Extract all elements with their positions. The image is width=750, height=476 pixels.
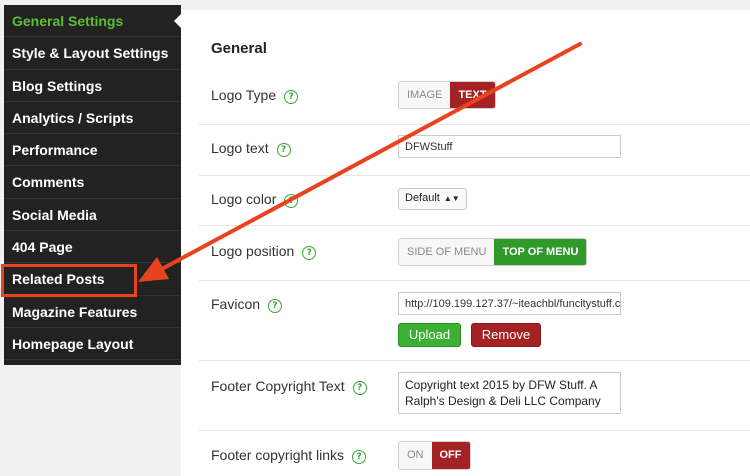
sidebar-item-social-media[interactable]: Social Media [4, 199, 181, 232]
row-divider [199, 175, 750, 176]
sidebar-item-homepage-layout[interactable]: Homepage Layout [4, 328, 181, 361]
logo-text-label: Logo text? [211, 140, 291, 157]
row-divider [199, 280, 750, 281]
sidebar-item-blog-settings[interactable]: Blog Settings [4, 70, 181, 102]
logo-type-text-option[interactable]: TEXT [450, 82, 495, 108]
sidebar-item-analytics-scripts[interactable]: Analytics / Scripts [4, 102, 181, 135]
logo-type-toggle: IMAGE TEXT [398, 81, 496, 109]
footer-copyright-textarea[interactable]: Copyright text 2015 by DFW Stuff. A Ralp… [398, 372, 621, 414]
help-icon[interactable]: ? [284, 90, 299, 104]
logo-type-image-option[interactable]: IMAGE [399, 82, 451, 108]
logo-position-toggle: SIDE OF MENU TOP OF MENU [398, 238, 588, 266]
logo-text-input[interactable]: DFWStuff [398, 135, 621, 158]
footer-links-on-option[interactable]: ON [399, 442, 432, 469]
settings-sidebar: General Settings Style & Layout Settings… [4, 5, 181, 365]
favicon-label: Favicon? [211, 296, 283, 313]
footer-copyright-text-label-text: Footer Copyright Text [211, 378, 345, 394]
select-arrows-icon: ▲▼ [443, 194, 460, 203]
logo-text-label-text: Logo text [211, 140, 269, 156]
row-divider [199, 430, 750, 431]
logo-position-side-option[interactable]: SIDE OF MENU [399, 239, 495, 265]
sidebar-item-comments[interactable]: Comments [4, 166, 181, 199]
footer-links-toggle: ON OFF [398, 441, 471, 470]
footer-links-off-option[interactable]: OFF [431, 442, 470, 469]
logo-type-label: Logo Type? [211, 87, 299, 104]
logo-color-value: Default [405, 192, 440, 204]
row-divider [199, 360, 750, 361]
sidebar-item-magazine-features[interactable]: Magazine Features [4, 296, 181, 328]
help-icon[interactable]: ? [352, 450, 367, 464]
sidebar-item-404-page[interactable]: 404 Page [4, 231, 181, 264]
help-icon[interactable]: ? [268, 299, 283, 313]
favicon-url-input[interactable]: http://109.199.127.37/~iteachbl/funcitys… [398, 292, 621, 315]
favicon-label-text: Favicon [211, 296, 261, 312]
settings-panel: General Logo Type? IMAGE TEXT Logo text?… [181, 10, 750, 476]
logo-position-top-option[interactable]: TOP OF MENU [494, 239, 587, 265]
row-divider [199, 225, 750, 226]
sidebar-item-general-settings[interactable]: General Settings [4, 5, 181, 38]
help-icon[interactable]: ? [302, 246, 317, 260]
help-icon[interactable]: ? [276, 143, 291, 157]
upload-button[interactable]: Upload [398, 323, 461, 347]
footer-copyright-links-label: Footer copyright links? [211, 447, 367, 464]
help-icon[interactable]: ? [352, 381, 367, 395]
footer-copyright-text-label: Footer Copyright Text? [211, 378, 367, 395]
help-icon[interactable]: ? [284, 194, 299, 208]
logo-position-label-text: Logo position [211, 243, 295, 259]
logo-color-label-text: Logo color [211, 191, 277, 207]
sidebar-item-style-layout[interactable]: Style & Layout Settings [4, 37, 181, 70]
logo-position-label: Logo position? [211, 243, 317, 260]
row-divider [199, 124, 750, 125]
logo-color-label: Logo color? [211, 191, 299, 208]
logo-color-select[interactable]: Default ▲▼ [398, 188, 467, 210]
section-title: General [211, 40, 267, 57]
remove-button[interactable]: Remove [471, 323, 541, 347]
logo-type-label-text: Logo Type [211, 87, 277, 103]
footer-copyright-links-label-text: Footer copyright links [211, 447, 345, 463]
sidebar-item-related-posts[interactable]: Related Posts [4, 263, 181, 296]
sidebar-item-performance[interactable]: Performance [4, 134, 181, 167]
